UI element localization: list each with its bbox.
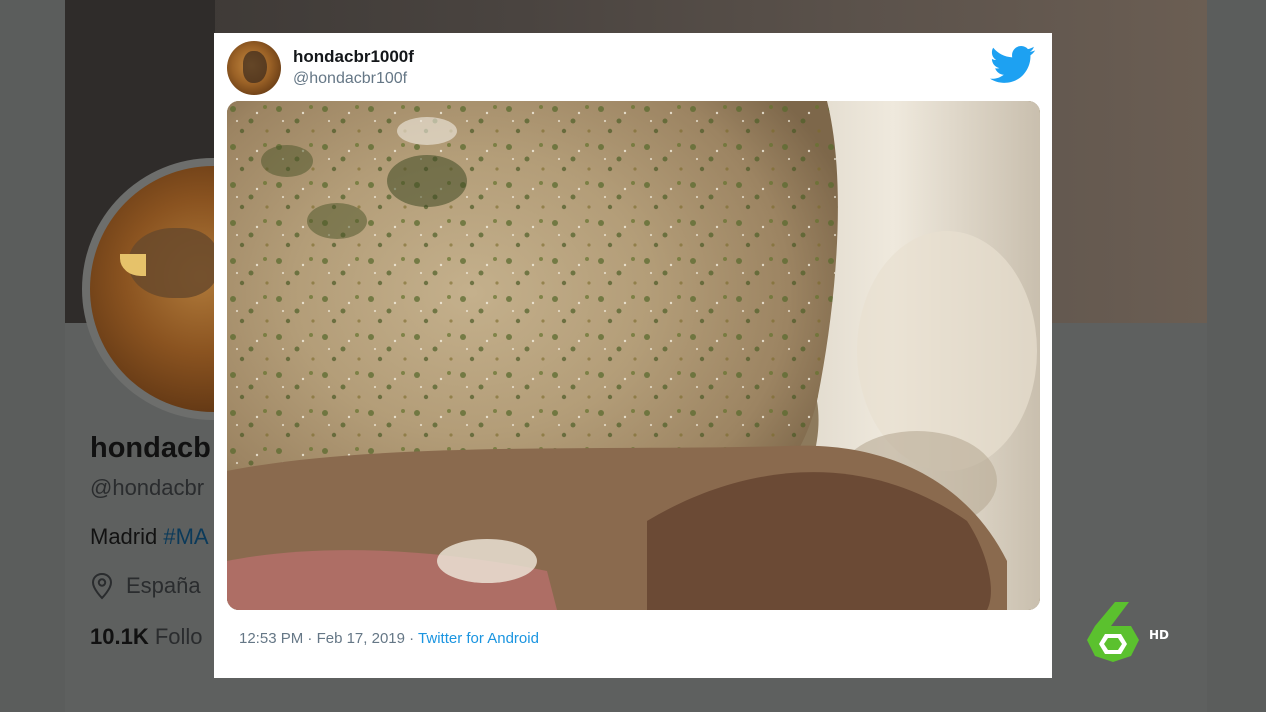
profile-bio: Madrid #MA	[90, 524, 209, 550]
tweet-author-avatar[interactable]	[227, 41, 281, 95]
profile-handle: @hondacbr	[90, 475, 205, 500]
twitter-bird-icon[interactable]	[990, 45, 1036, 85]
meta-separator: ·	[409, 630, 415, 647]
location-text: España	[126, 573, 201, 598]
followers-stat[interactable]: 10.1K Follo	[90, 624, 203, 650]
tweet-source-link[interactable]: Twitter for Android	[418, 630, 539, 647]
tweet-date[interactable]: Feb 17, 2019	[317, 630, 405, 647]
la-sexta-logo-icon	[1087, 602, 1139, 662]
tweet-author-handle[interactable]: @hondacbr100f	[293, 70, 407, 88]
tweet-card: hondacbr1000f @hondacbr100f 12:53 PM · F…	[214, 33, 1052, 678]
map-pin-icon	[91, 572, 113, 600]
profile-name: hondacb	[90, 432, 211, 464]
bio-text: Madrid	[90, 524, 158, 549]
meta-separator: ·	[307, 630, 313, 647]
profile-location: España	[90, 572, 201, 600]
eagle-beak	[120, 254, 146, 276]
food-photo	[227, 101, 1040, 610]
followers-count: 10.1K	[90, 624, 149, 649]
hd-label: HD	[1149, 628, 1170, 642]
followers-label: Follo	[154, 624, 203, 649]
tweet-metadata: 12:53 PM · Feb 17, 2019 · Twitter for An…	[239, 630, 539, 647]
bio-hashtag[interactable]: #MA	[163, 524, 208, 549]
tweet-media-photo[interactable]	[227, 101, 1040, 610]
eagle-image	[243, 51, 267, 83]
tweet-author-name[interactable]: hondacbr1000f	[293, 47, 414, 67]
tweet-time[interactable]: 12:53 PM	[239, 630, 303, 647]
